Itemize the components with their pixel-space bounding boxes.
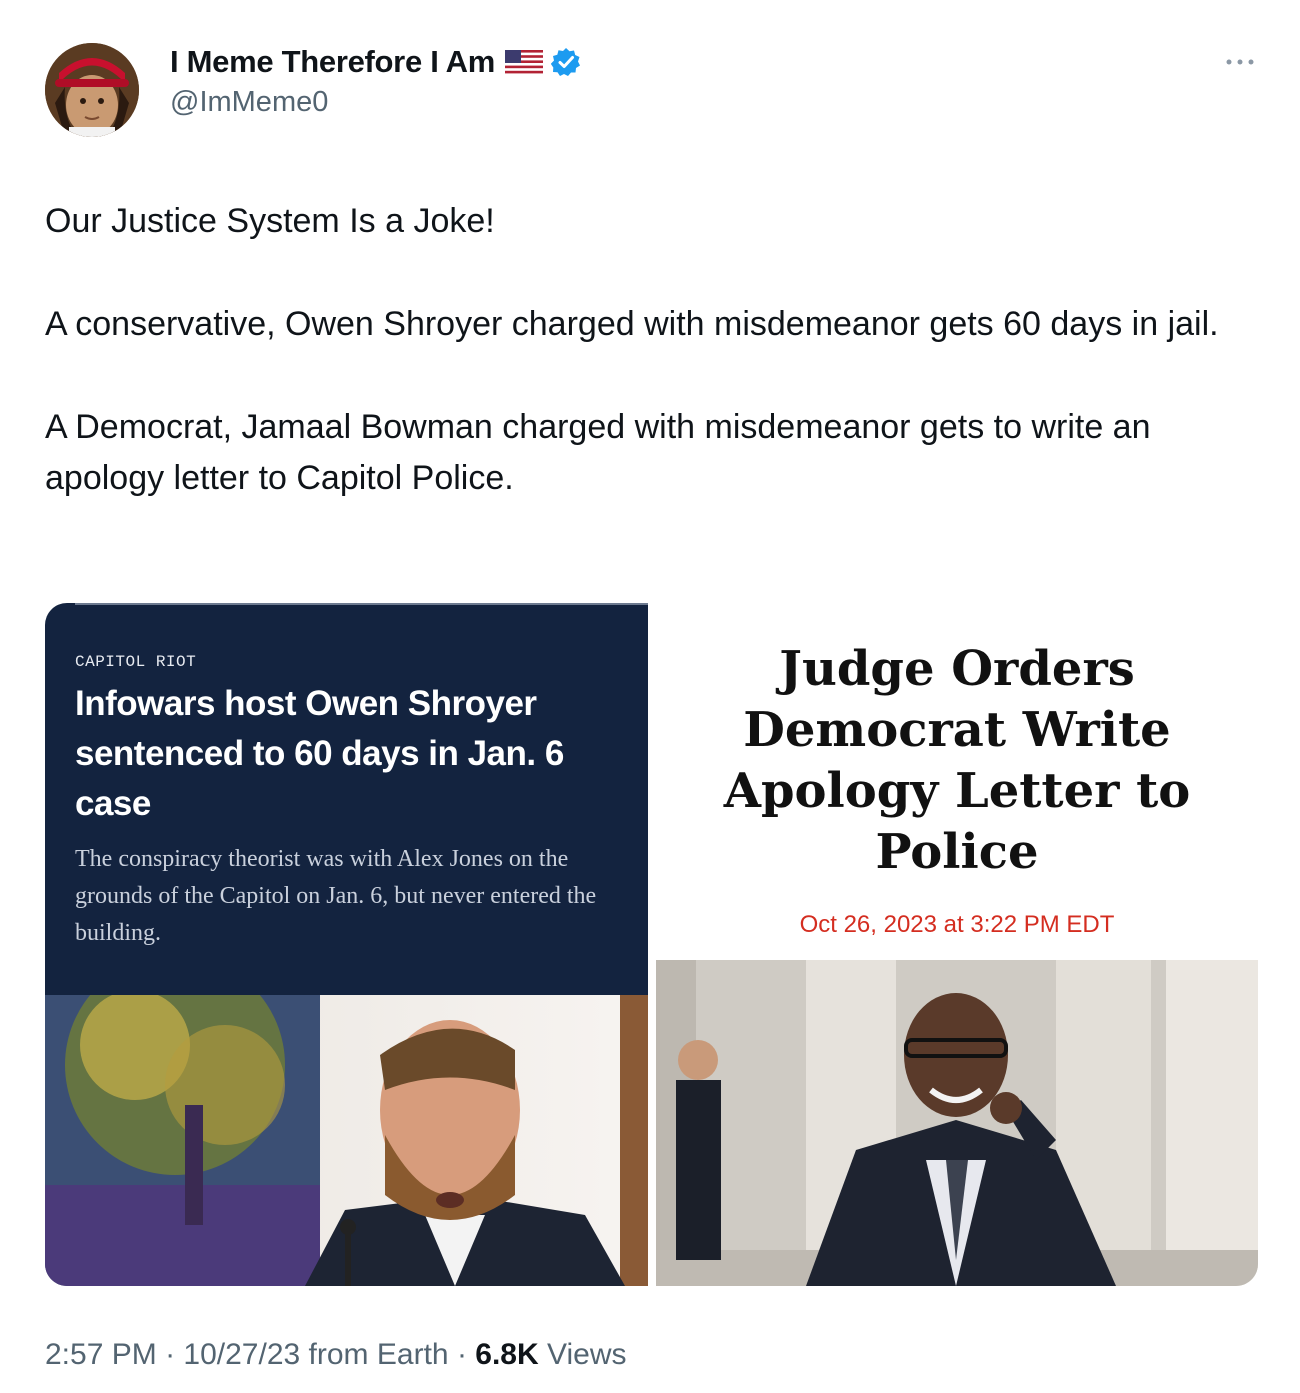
- article-header-left: CAPITOL RIOT Infowars host Owen Shroyer …: [45, 603, 648, 995]
- avatar-portrait-icon: [45, 43, 139, 137]
- article-headline-right: Judge Orders Democrat Write Apology Lett…: [723, 641, 1191, 880]
- article-headline-left: Infowars host Owen Shroyer sentenced to …: [75, 684, 564, 823]
- article-kicker: CAPITOL RIOT: [75, 653, 197, 671]
- divider: [75, 603, 648, 605]
- tweet-time[interactable]: 2:57 PM: [45, 1338, 157, 1371]
- media-image-right[interactable]: Judge Orders Democrat Write Apology Lett…: [656, 603, 1258, 1286]
- tweet-source: from Earth: [308, 1338, 449, 1371]
- tweet-text: Our Justice System Is a Joke! A conserva…: [45, 196, 1270, 556]
- author-handle[interactable]: @ImMeme0: [170, 86, 328, 119]
- media-image-left[interactable]: CAPITOL RIOT Infowars host Owen Shroyer …: [45, 603, 648, 1286]
- article-dek: The conspiracy theorist was with Alex Jo…: [75, 846, 597, 946]
- bowman-photo: [656, 960, 1258, 1286]
- tweet-paragraph: Our Justice System Is a Joke!: [45, 202, 495, 240]
- article-dateline: Oct 26, 2023 at 3:22 PM EDT: [799, 911, 1115, 938]
- tweet-media: CAPITOL RIOT Infowars host Owen Shroyer …: [45, 603, 1258, 1286]
- views-label[interactable]: Views: [547, 1338, 626, 1371]
- tweet-date[interactable]: 10/27/23: [183, 1338, 300, 1371]
- separator: ·: [165, 1338, 176, 1371]
- separator: ·: [456, 1338, 467, 1371]
- tweet-paragraph: A conservative, Owen Shroyer charged wit…: [45, 305, 1219, 343]
- display-name[interactable]: I Meme Therefore I Am: [170, 44, 495, 80]
- author-name-row[interactable]: I Meme Therefore I Am: [170, 42, 581, 82]
- verified-badge-icon[interactable]: [550, 47, 581, 77]
- tweet-footer: 2:57 PM · 10/27/23 from Earth · 6.8K Vie…: [45, 1338, 626, 1372]
- us-flag-icon: [505, 50, 544, 74]
- views-count[interactable]: 6.8K: [475, 1338, 538, 1371]
- avatar[interactable]: [45, 43, 139, 137]
- tweet-paragraph: A Democrat, Jamaal Bowman charged with m…: [45, 408, 1151, 497]
- more-options-icon[interactable]: [1222, 52, 1258, 72]
- shroyer-photo: [45, 995, 648, 1286]
